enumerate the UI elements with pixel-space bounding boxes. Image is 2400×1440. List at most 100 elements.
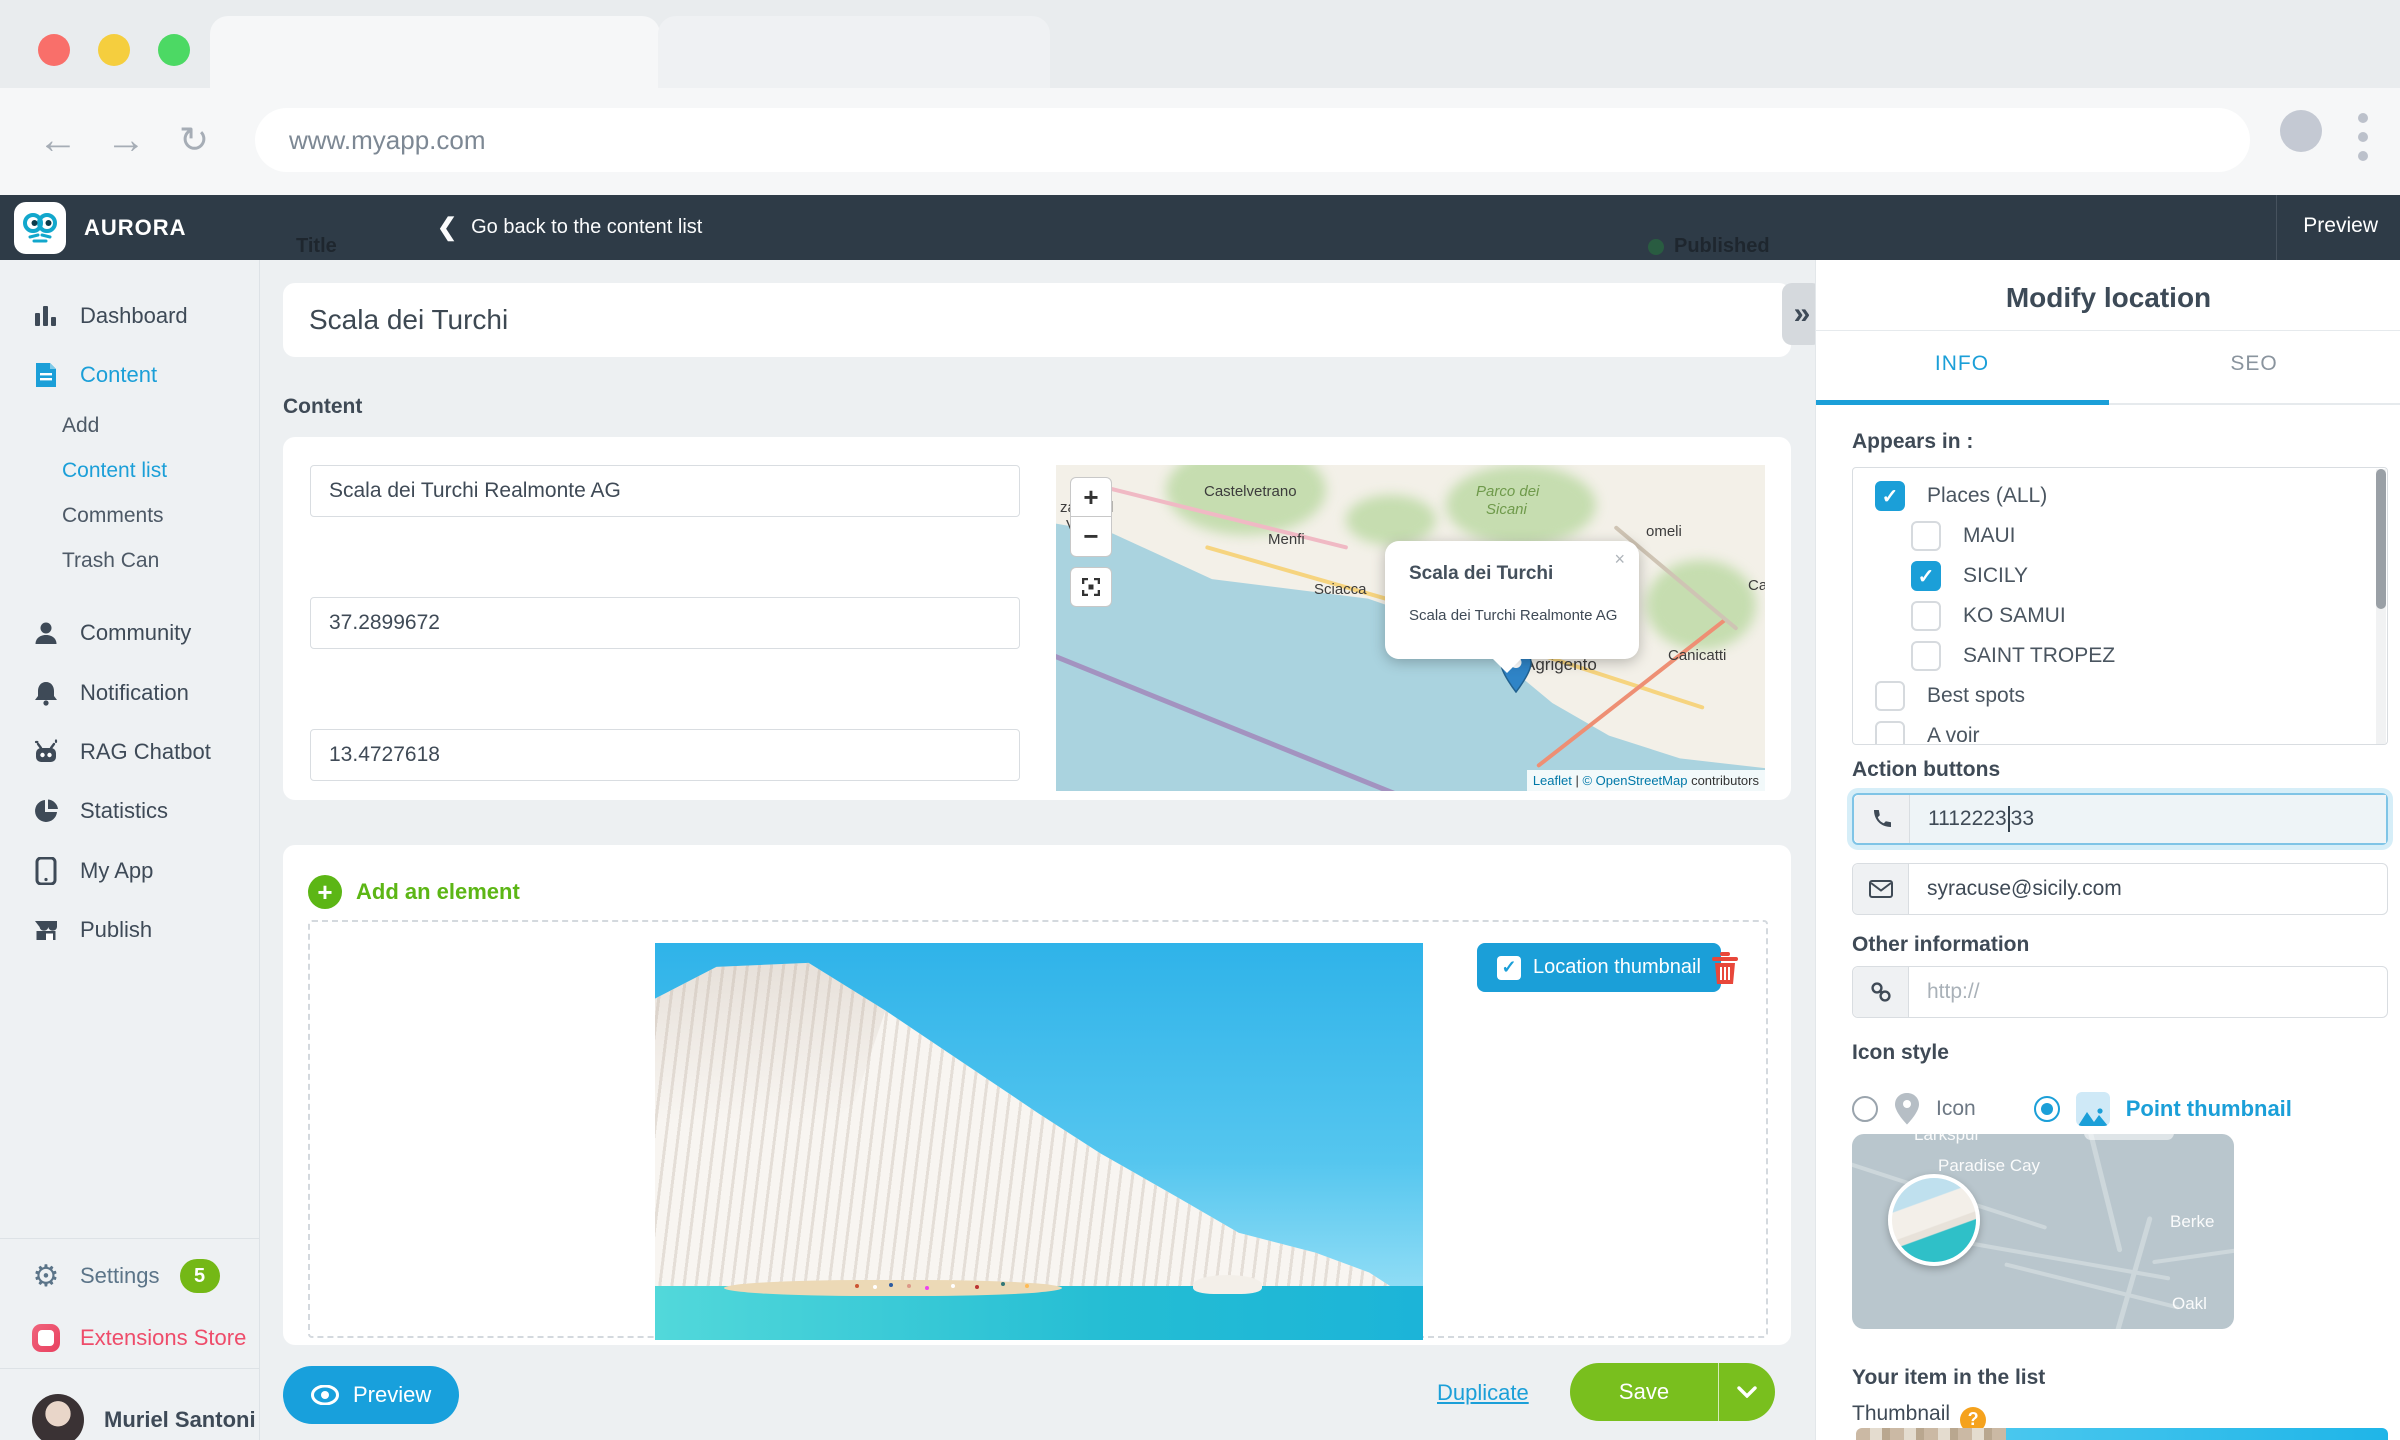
minimize-window-button[interactable] (98, 34, 130, 66)
go-back-link[interactable]: ❮ Go back to the content list (437, 213, 702, 242)
browser-profile-icon[interactable] (2280, 110, 2322, 152)
point-thumbnail-image[interactable] (1888, 1174, 1980, 1266)
element-card: + Add an element ✓ Location thumbnail (283, 845, 1791, 1345)
sidebar-item-comments[interactable]: Comments (0, 496, 260, 536)
sidebar-item-trash-can[interactable]: Trash Can (0, 541, 260, 581)
extension-icon (32, 1324, 60, 1352)
tab-info[interactable]: INFO (1816, 352, 2108, 376)
save-dropdown-button[interactable] (1719, 1363, 1775, 1421)
window-controls (38, 34, 190, 66)
latitude-input[interactable]: 37.2899672 (310, 597, 1020, 649)
zoom-out-button[interactable]: − (1070, 517, 1112, 557)
storefront-icon (32, 916, 60, 944)
place-row-saint-tropez[interactable]: SAINT TROPEZ (1853, 636, 2387, 676)
back-chevron-icon: ❮ (437, 213, 457, 242)
place-row-maui[interactable]: MAUI (1853, 516, 2387, 556)
active-tab-indicator (1816, 400, 2109, 405)
place-row-sicily[interactable]: ✓SICILY (1853, 556, 2387, 596)
sidebar-item-content-list[interactable]: Content list (0, 451, 260, 491)
tab-seo[interactable]: SEO (2108, 352, 2400, 376)
main-content: Scala dei Turchi » Content Scala dei Tur… (260, 260, 1815, 1440)
save-button[interactable]: Save (1570, 1363, 1719, 1421)
navbar-divider (2276, 195, 2277, 260)
content-card: Scala dei Turchi Realmonte AG 37.2899672… (283, 437, 1791, 800)
map-popup: Scala dei Turchi Scala dei Turchi Realmo… (1385, 541, 1639, 659)
content-section-label: Content (283, 395, 362, 419)
sidebar-item-my-app[interactable]: My App (0, 851, 260, 891)
leaflet-map[interactable]: Castelvetrano zara del Vallo Menfi Sciac… (1056, 465, 1765, 791)
radio-point-thumbnail-option[interactable] (2034, 1096, 2060, 1122)
plus-icon: + (308, 875, 342, 909)
icon-style-label: Icon style (1852, 1041, 1949, 1065)
zoom-in-button[interactable]: + (1070, 477, 1112, 517)
checkbox-icon (1875, 721, 1905, 745)
browser-tab-inactive[interactable] (658, 16, 1050, 88)
place-row-a-voir[interactable]: A voir (1853, 716, 2387, 745)
icon-style-options: Icon Point thumbnail (1852, 1092, 2292, 1126)
address-input[interactable]: Scala dei Turchi Realmonte AG (310, 465, 1020, 517)
close-window-button[interactable] (38, 34, 70, 66)
browser-menu-icon[interactable] (2358, 110, 2368, 161)
url-input[interactable]: http:// (1909, 967, 2387, 1017)
user-profile[interactable]: Muriel Santoni (0, 1385, 260, 1440)
phone-icon (1854, 795, 1910, 843)
sidebar-item-add[interactable]: Add (0, 406, 260, 446)
url-text: www.myapp.com (289, 125, 486, 156)
hidden-status-badge: Published (1648, 235, 1770, 258)
fullscreen-button[interactable] (1070, 567, 1112, 607)
phone-input[interactable]: 111222333 (1910, 795, 2386, 843)
phone-input-group: 111222333 (1852, 793, 2388, 845)
add-element-button[interactable]: + Add an element (308, 875, 520, 909)
save-split-button: Save (1570, 1363, 1775, 1421)
bell-icon (32, 679, 60, 707)
sidebar-item-dashboard[interactable]: Dashboard (0, 296, 260, 336)
navbar-preview-button[interactable]: Preview (2303, 214, 2378, 238)
sidebar-item-publish[interactable]: Publish (0, 910, 260, 950)
forward-icon[interactable]: → (96, 110, 156, 170)
email-input-group: syracuse@sicily.com (1852, 863, 2388, 915)
browser-tab-active[interactable] (210, 16, 660, 88)
url-bar[interactable]: www.myapp.com (255, 108, 2250, 172)
hidden-title-label: Title (296, 235, 337, 258)
sidebar-item-extensions-store[interactable]: Extensions Store (0, 1318, 260, 1358)
title-input[interactable]: Scala dei Turchi (283, 283, 1791, 357)
checkbox-icon (1911, 641, 1941, 671)
radio-icon-option[interactable] (1852, 1096, 1878, 1122)
chevron-down-icon (1737, 1386, 1757, 1398)
location-thumbnail-toggle[interactable]: ✓ Location thumbnail (1477, 943, 1721, 992)
element-dropzone[interactable]: ✓ Location thumbnail (308, 920, 1768, 1338)
maximize-window-button[interactable] (158, 34, 190, 66)
longitude-input[interactable]: 13.4727618 (310, 729, 1020, 781)
point-thumbnail-preview-map: Larkspur Paradise Cay Berke Oakl (1852, 1134, 2234, 1329)
other-information-label: Other information (1852, 933, 2029, 957)
checkbox-checked-icon: ✓ (1875, 481, 1905, 511)
sidebar-item-statistics[interactable]: Statistics (0, 791, 260, 831)
place-row-places-all[interactable]: ✓Places (ALL) (1853, 476, 2387, 516)
place-row-best-spots[interactable]: Best spots (1853, 676, 2387, 716)
popup-close-icon[interactable]: × (1614, 549, 1625, 570)
browser-tab-bar (0, 0, 2400, 88)
duplicate-link[interactable]: Duplicate (1437, 1380, 1529, 1406)
sidebar-item-community[interactable]: Community (0, 613, 260, 653)
sidebar-item-content[interactable]: Content (0, 355, 260, 395)
envelope-icon (1853, 864, 1909, 914)
sidebar-item-notification[interactable]: Notification (0, 673, 260, 713)
document-icon (32, 361, 60, 389)
sidebar-item-settings[interactable]: ⚙ Settings 5 (0, 1256, 260, 1296)
place-row-ko-samui[interactable]: KO SAMUI (1853, 596, 2387, 636)
checkbox-checked-icon: ✓ (1911, 561, 1941, 591)
point-thumbnail-label: Point thumbnail (2126, 1096, 2292, 1122)
popup-subtitle: Scala dei Turchi Realmonte AG (1409, 607, 1617, 624)
url-input-group: http:// (1852, 966, 2388, 1018)
item-thumbnail-preview (1856, 1428, 2388, 1440)
person-icon (32, 619, 60, 647)
reload-icon[interactable]: ↻ (164, 110, 224, 170)
list-scrollbar[interactable] (2376, 469, 2386, 745)
email-input[interactable]: syracuse@sicily.com (1909, 864, 2387, 914)
sidebar-divider (0, 1238, 259, 1239)
trash-icon[interactable] (1710, 950, 1740, 986)
sidebar-item-rag-chatbot[interactable]: RAG Chatbot (0, 732, 260, 772)
preview-button[interactable]: Preview (283, 1366, 459, 1424)
aurora-logo-icon[interactable] (14, 202, 66, 254)
back-icon[interactable]: ← (28, 110, 88, 170)
